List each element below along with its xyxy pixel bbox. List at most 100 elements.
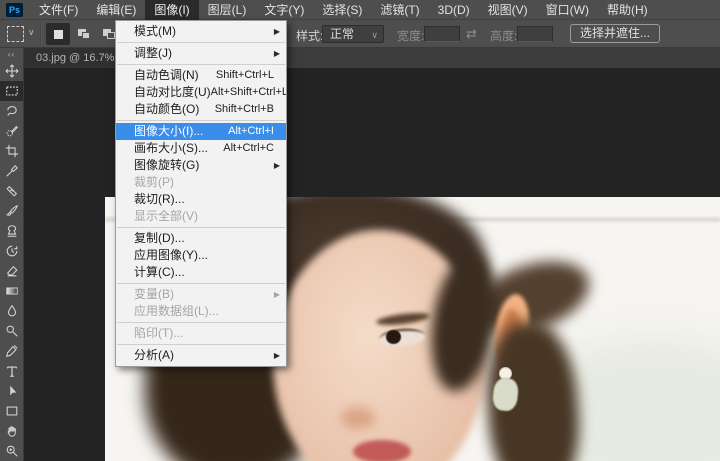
submenu-arrow-icon: ▶ bbox=[273, 351, 280, 360]
gradient-icon bbox=[6, 287, 18, 295]
dodge-icon bbox=[6, 325, 18, 337]
tool-eyedropper[interactable] bbox=[0, 161, 23, 181]
new-selection-icon bbox=[53, 29, 63, 39]
menubar-item-layer[interactable]: 图层(L) bbox=[199, 0, 256, 20]
photo-lips bbox=[353, 440, 411, 461]
tool-gradient[interactable] bbox=[0, 281, 23, 301]
menu-separator bbox=[117, 120, 285, 121]
menubar-item-select[interactable]: 选择(S) bbox=[313, 0, 371, 20]
swap-dimensions-icon[interactable]: ⇄ bbox=[466, 26, 477, 42]
tool-spot-healing-brush[interactable] bbox=[0, 181, 23, 201]
menu-item-calculations[interactable]: 计算(C)... bbox=[116, 264, 286, 281]
menubar-item-window[interactable]: 窗口(W) bbox=[537, 0, 598, 20]
tool-path-selection[interactable] bbox=[0, 381, 23, 401]
menu-item-analysis[interactable]: 分析(A) ▶ bbox=[116, 347, 286, 364]
options-divider bbox=[40, 24, 42, 44]
spot-healing-brush-icon bbox=[6, 185, 18, 197]
shortcut: Shift+Ctrl+L bbox=[215, 69, 274, 81]
style-select-value: 正常 bbox=[330, 27, 355, 41]
image-menu-dropdown: 模式(M) ▶ 调整(J) ▶ 自动色调(N) Shift+Ctrl+L 自动对比度(… bbox=[115, 20, 287, 367]
path-selection-icon bbox=[10, 385, 17, 396]
menu-item-image-size[interactable]: 图像大小(I)... Alt+Ctrl+I bbox=[116, 123, 286, 140]
tool-clone-stamp[interactable] bbox=[0, 221, 23, 241]
submenu-arrow-icon: ▶ bbox=[273, 161, 280, 170]
menu-item-reveal-all: 显示全部(V) bbox=[134, 209, 198, 223]
menu-item-canvas-size[interactable]: 画布大小(S)... Alt+Ctrl+C bbox=[116, 140, 286, 157]
menu-item-auto-contrast[interactable]: 自动对比度(U) Alt+Shift+Ctrl+L bbox=[116, 84, 286, 101]
add-to-selection-icon bbox=[77, 28, 91, 40]
menubar: Ps 文件(F) 编辑(E) 图像(I) 图层(L) 文字(Y) 选择(S) 滤… bbox=[0, 0, 720, 20]
tool-zoom[interactable] bbox=[0, 441, 23, 461]
tool-move[interactable] bbox=[0, 61, 23, 81]
photo-nose-shadow bbox=[341, 407, 375, 429]
menu-item-trim[interactable]: 裁切(R)... bbox=[116, 191, 286, 208]
select-and-mask-button[interactable]: 选择并遮住... bbox=[570, 24, 661, 43]
menu-separator bbox=[117, 227, 285, 228]
tool-rectangle[interactable] bbox=[0, 401, 23, 421]
menu-item-adjustments[interactable]: 调整(J) ▶ bbox=[116, 45, 286, 62]
tools-panel: ‹‹ bbox=[0, 48, 24, 461]
tool-eraser[interactable] bbox=[0, 261, 23, 281]
photoshop-logo-icon: Ps bbox=[6, 2, 23, 17]
menubar-item-type[interactable]: 文字(Y) bbox=[255, 0, 313, 20]
photoshop-window: Ps 文件(F) 编辑(E) 图像(I) 图层(L) 文字(Y) 选择(S) 滤… bbox=[0, 0, 720, 461]
eraser-icon bbox=[6, 265, 18, 277]
shortcut: Alt+Ctrl+C bbox=[223, 142, 274, 154]
tool-lasso[interactable] bbox=[0, 101, 23, 121]
menu-item-auto-color[interactable]: 自动颜色(O) Shift+Ctrl+B bbox=[116, 101, 286, 118]
rectangle-icon bbox=[6, 406, 18, 416]
move-icon bbox=[5, 64, 19, 78]
menu-item-image-rotation[interactable]: 图像旋转(G) ▶ bbox=[116, 157, 286, 174]
tool-crop[interactable] bbox=[0, 141, 23, 161]
menubar-item-view[interactable]: 视图(V) bbox=[479, 0, 537, 20]
submenu-arrow-icon: ▶ bbox=[273, 49, 280, 58]
add-to-selection-button[interactable] bbox=[72, 23, 96, 45]
style-select[interactable]: 正常 ∨ bbox=[322, 25, 384, 43]
tool-rectangular-marquee[interactable] bbox=[0, 81, 23, 101]
height-input[interactable] bbox=[517, 26, 553, 42]
new-selection-button[interactable] bbox=[46, 23, 70, 45]
options-bar: ∨ 样式: 正常 ∨ 宽度: ⇄ 高度: 选择并遮住... bbox=[0, 20, 720, 48]
quick-selection-icon bbox=[6, 125, 18, 137]
tool-type[interactable] bbox=[0, 361, 23, 381]
menu-separator bbox=[117, 344, 285, 345]
menubar-item-edit[interactable]: 编辑(E) bbox=[87, 0, 145, 20]
menu-separator bbox=[117, 322, 285, 323]
tool-preset-caret-icon[interactable]: ∨ bbox=[28, 27, 35, 38]
style-label: 样式: bbox=[296, 29, 324, 43]
tool-history-brush[interactable] bbox=[0, 241, 23, 261]
tool-dodge[interactable] bbox=[0, 321, 23, 341]
submenu-arrow-icon: ▶ bbox=[273, 27, 280, 36]
tool-quick-selection[interactable] bbox=[0, 121, 23, 141]
rectangular-marquee-icon bbox=[6, 86, 18, 96]
menubar-item-file[interactable]: 文件(F) bbox=[30, 0, 87, 20]
collapse-panel-icon[interactable]: ‹‹ bbox=[0, 48, 23, 61]
shortcut: Alt+Shift+Ctrl+L bbox=[210, 86, 286, 98]
shortcut: Shift+Ctrl+B bbox=[214, 103, 274, 115]
submenu-arrow-icon: ▶ bbox=[273, 290, 280, 299]
style-select-caret-icon: ∨ bbox=[371, 30, 378, 40]
menu-item-duplicate[interactable]: 复制(D)... bbox=[116, 230, 286, 247]
subtract-from-selection-icon bbox=[102, 28, 116, 40]
tool-pen[interactable] bbox=[0, 341, 23, 361]
tool-preset-marquee-icon[interactable] bbox=[7, 26, 24, 42]
brush-icon bbox=[5, 204, 19, 216]
height-label: 高度: bbox=[490, 29, 518, 43]
lasso-icon bbox=[7, 106, 17, 116]
photo-iris bbox=[386, 330, 401, 344]
tool-brush[interactable] bbox=[0, 201, 23, 221]
pen-icon bbox=[6, 344, 18, 357]
menu-item-apply-image[interactable]: 应用图像(Y)... bbox=[116, 247, 286, 264]
menu-item-mode[interactable]: 模式(M) ▶ bbox=[116, 23, 286, 40]
menubar-item-3d[interactable]: 3D(D) bbox=[429, 0, 479, 20]
menubar-item-image[interactable]: 图像(I) bbox=[145, 0, 199, 20]
tool-hand[interactable] bbox=[0, 421, 23, 441]
menubar-item-help[interactable]: 帮助(H) bbox=[598, 0, 657, 20]
width-input[interactable] bbox=[424, 26, 460, 42]
menu-item-auto-tone[interactable]: 自动色调(N) Shift+Ctrl+L bbox=[116, 67, 286, 84]
tool-blur[interactable] bbox=[0, 301, 23, 321]
history-brush-icon bbox=[6, 245, 18, 257]
clone-stamp-icon bbox=[7, 225, 17, 237]
menubar-item-filter[interactable]: 滤镜(T) bbox=[371, 0, 428, 20]
type-icon bbox=[7, 366, 17, 377]
